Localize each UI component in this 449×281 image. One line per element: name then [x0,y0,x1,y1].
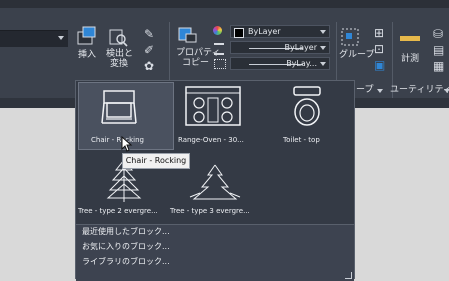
measure-icon [400,36,420,41]
select-all-icon[interactable]: ⛁ [433,28,443,40]
recent-blocks-link[interactable]: 最近使用したブロック... [82,227,170,237]
chevron-down-icon[interactable] [377,89,383,93]
mouse-cursor-icon [121,136,133,152]
match-properties-icon [178,27,197,43]
group-select-icon[interactable]: ▣ [374,59,385,71]
chevron-down-icon [320,62,326,66]
insert-icon [77,26,96,45]
search-icon [109,29,128,47]
color-wheel-icon[interactable] [213,26,222,35]
search-label-2: 変換 [110,59,129,69]
tooltip: Chair - Rocking [122,153,190,169]
block-item-label: Chair - Rocking [91,136,144,144]
lineweight-value: ByLay... [286,59,317,68]
block-item-label: Tree - type 3 evergre... [170,207,250,215]
block-item-label: Toilet - top [283,136,320,144]
linetype-dropdown[interactable]: ByLayer [230,41,330,54]
group-icon [341,28,359,46]
block-item-label: Tree - type 2 evergre... [78,207,158,215]
calculator-icon[interactable]: ▦ [433,60,444,72]
lineweight-icon[interactable] [214,59,226,69]
chevron-down-icon [320,46,326,50]
toilet-icon [293,86,321,126]
block-item-range-oven[interactable]: Range-Oven - 30... [174,82,262,150]
search-label-1: 検出と [106,49,134,59]
resize-grip-icon[interactable] [345,272,352,279]
block-gallery-footer: 最近使用したブロック... お気に入りのブロック... ライブラリのブロック..… [76,224,354,281]
block-create-icon[interactable]: ✐ [144,44,154,56]
insert-label: 挿入 [78,50,97,60]
utility-section-label[interactable]: ユーティリティ [390,85,449,95]
measure-label: 計測 [401,54,420,64]
block-gallery-grid: Chair - Rocking Range-Oven - 30... Toile… [76,81,354,224]
properties-label-2: コピー [182,58,210,68]
layer-dropdown[interactable] [0,30,68,47]
measure-button[interactable]: 計測 [398,28,426,68]
linetype-icon[interactable] [214,43,224,55]
group-button[interactable]: グループ [339,26,377,66]
chair-rocking-icon [101,90,137,124]
properties-copy-button[interactable]: プロパティ コピー [176,24,220,68]
chevron-down-icon [320,30,326,34]
search-convert-button[interactable]: 検出と 変換 [106,26,140,70]
block-item-toilet-top[interactable]: Toilet - top [266,82,352,150]
title-bar [0,0,449,8]
range-oven-icon [185,86,241,126]
insert-button[interactable]: 挿入 [73,26,101,60]
ungroup-icon[interactable]: ⊞ [374,27,384,39]
chevron-down-icon [58,36,64,40]
tree-evergreen-icon [189,164,241,200]
block-gallery-panel: Chair - Rocking Range-Oven - 30... Toile… [75,80,355,281]
group-edit-icon[interactable]: ⊡ [374,43,384,55]
quick-select-icon[interactable]: ▤ [433,44,444,56]
attribute-icon[interactable]: ✿ [144,60,154,72]
block-edit-icon[interactable]: ✎ [144,28,154,40]
color-dropdown[interactable]: ByLayer [230,25,330,38]
favorite-blocks-link[interactable]: お気に入りのブロック... [82,242,170,252]
linetype-value: ByLayer [284,43,317,52]
chevron-down-icon[interactable] [444,89,449,93]
color-value: ByLayer [248,27,281,36]
lineweight-dropdown[interactable]: ByLay... [230,57,330,70]
library-blocks-link[interactable]: ライブラリのブロック... [82,257,170,267]
color-swatch [234,28,244,38]
block-item-label: Range-Oven - 30... [178,136,244,144]
group-section-tail: ープ [356,85,374,95]
group-label: グループ [339,50,375,60]
